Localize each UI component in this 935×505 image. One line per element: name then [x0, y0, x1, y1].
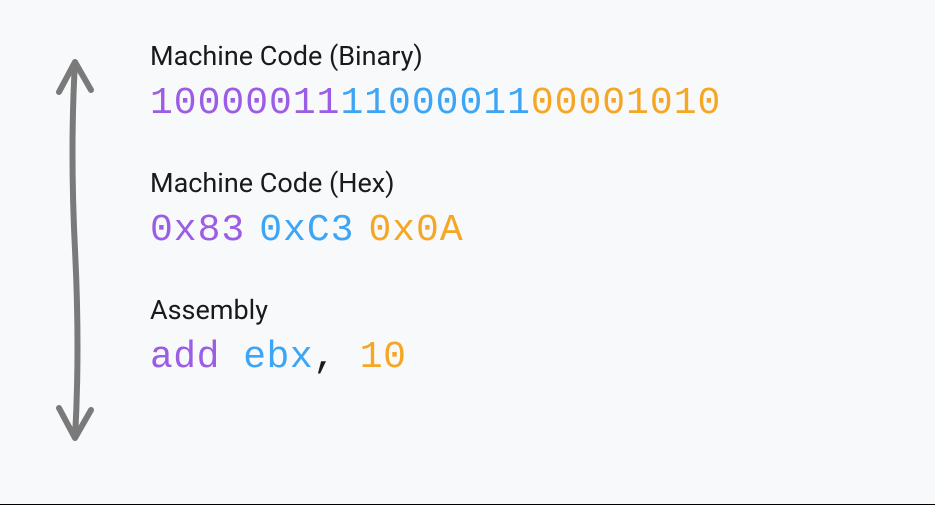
binary-opcode: 10000011: [150, 82, 340, 125]
hex-opcode: 0x83: [150, 209, 245, 252]
hex-section: Machine Code (Hex) 0x83 0xC3 0x0A: [150, 167, 895, 252]
hex-modrm: 0xC3: [259, 209, 354, 252]
assembly-value: add ebx, 10: [150, 336, 895, 379]
asm-comma: ,: [313, 336, 336, 379]
assembly-label: Assembly: [150, 294, 895, 326]
hex-label: Machine Code (Hex): [150, 167, 895, 199]
double-arrow-icon: [30, 40, 120, 474]
asm-mnemonic: add: [150, 336, 220, 379]
hex-imm: 0x0A: [368, 209, 463, 252]
binary-value: 100000111100001100001010: [150, 82, 895, 125]
binary-label: Machine Code (Binary): [150, 40, 895, 72]
hex-value: 0x83 0xC3 0x0A: [150, 209, 895, 252]
binary-modrm: 11000011: [340, 82, 530, 125]
asm-register: ebx: [243, 336, 313, 379]
assembly-section: Assembly add ebx, 10: [150, 294, 895, 379]
asm-immediate: 10: [360, 336, 407, 379]
binary-section: Machine Code (Binary) 100000111100001100…: [150, 40, 895, 125]
binary-imm: 00001010: [531, 82, 721, 125]
